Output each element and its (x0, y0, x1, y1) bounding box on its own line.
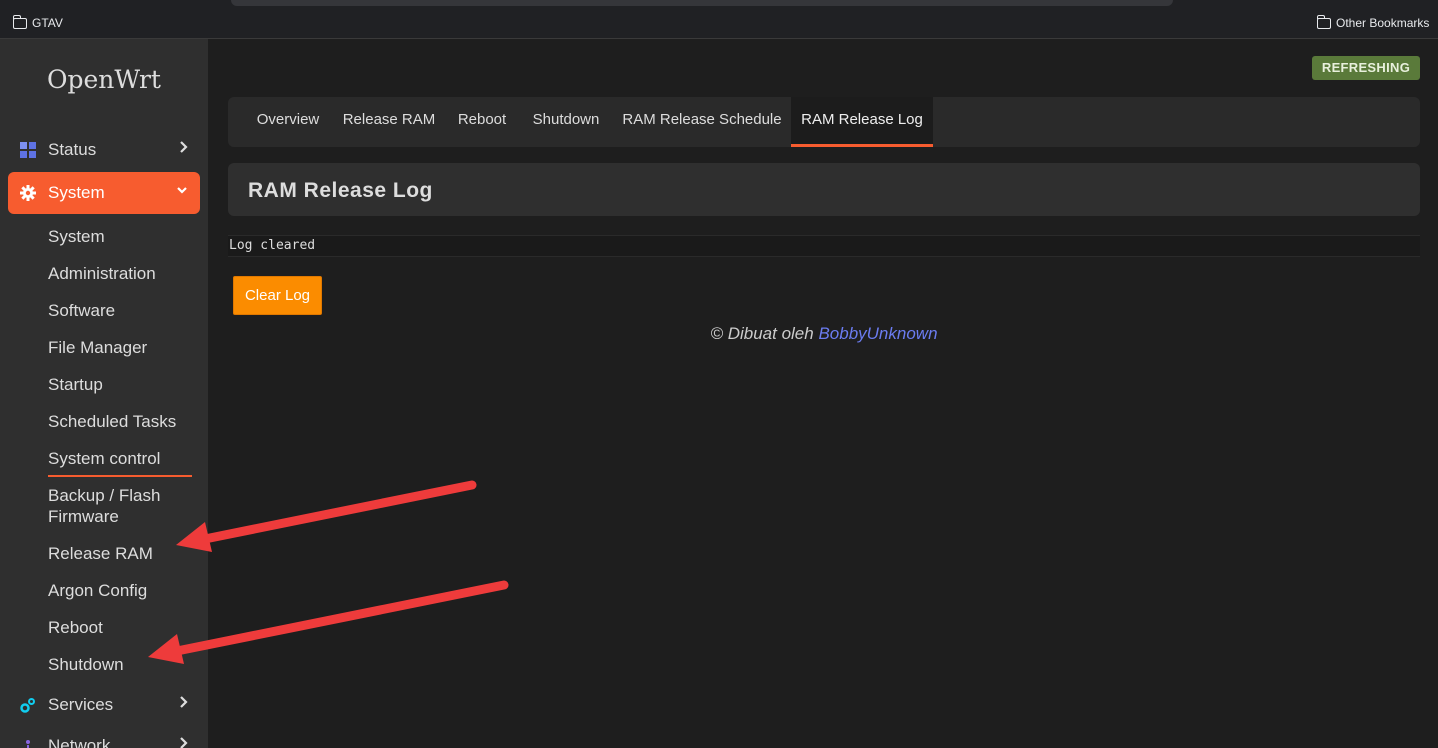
sidebar-item-label: Firmware (48, 507, 119, 526)
sidebar-item-system-control[interactable]: System control (48, 448, 193, 477)
chevron-right-icon (179, 736, 188, 748)
sidebar-item-startup[interactable]: Startup (48, 374, 103, 395)
tab-ram-release-schedule[interactable]: RAM Release Schedule (618, 97, 786, 147)
menu-system[interactable]: System (8, 172, 200, 214)
dashboard-icon (20, 142, 36, 158)
address-bar-edge (231, 0, 1173, 6)
tab-release-ram[interactable]: Release RAM (338, 97, 440, 147)
menu-label: Services (48, 695, 114, 714)
clear-log-button[interactable]: Clear Log (233, 276, 322, 315)
menu-label: System (48, 183, 105, 202)
menu-network[interactable]: Network (8, 725, 200, 748)
sidebar-item-label: Backup / Flash (48, 486, 161, 505)
network-icon (20, 738, 36, 748)
folder-icon (1316, 14, 1331, 29)
menu-status[interactable]: Status (8, 129, 200, 171)
chevron-right-icon (179, 695, 188, 712)
sidebar-item-system[interactable]: System (48, 226, 105, 247)
sidebar-item-administration[interactable]: Administration (48, 263, 156, 284)
footer-prefix: © Dibuat oleh (710, 324, 814, 343)
bookmarks-bar: GTAV Other Bookmarks (0, 0, 1438, 39)
sidebar: OpenWrt Status System System Administrat… (0, 39, 208, 748)
author-link[interactable]: BobbyUnknown (818, 324, 937, 343)
footer-credit: © Dibuat oleh BobbyUnknown (228, 324, 1420, 344)
log-output: Log cleared (228, 235, 1420, 257)
brand-logo[interactable]: OpenWrt (0, 65, 208, 94)
sidebar-item-software[interactable]: Software (48, 300, 115, 321)
arrow-to-release-ram (176, 480, 477, 552)
sidebar-item-backup-flash[interactable]: Backup / Flash Firmware (48, 485, 160, 527)
sidebar-item-shutdown[interactable]: Shutdown (48, 654, 124, 675)
chevron-right-icon (179, 140, 188, 157)
refreshing-badge[interactable]: REFRESHING (1312, 56, 1420, 80)
page-title: RAM Release Log (228, 163, 1420, 216)
tab-bar: Overview Release RAM Reboot Shutdown RAM… (228, 97, 1420, 147)
tab-shutdown[interactable]: Shutdown (526, 97, 606, 147)
folder-icon (12, 14, 27, 29)
menu-label: Status (48, 140, 97, 159)
bookmark-other[interactable]: Other Bookmarks (1316, 14, 1430, 30)
tab-ram-release-log[interactable]: RAM Release Log (791, 97, 933, 147)
tab-reboot[interactable]: Reboot (450, 97, 514, 147)
sidebar-item-release-ram[interactable]: Release RAM (48, 543, 153, 564)
gear-icon (20, 185, 36, 201)
sidebar-item-scheduled-tasks[interactable]: Scheduled Tasks (48, 411, 176, 432)
bookmark-gtav[interactable]: GTAV (12, 14, 63, 30)
sidebar-item-argon-config[interactable]: Argon Config (48, 580, 147, 601)
sidebar-item-reboot[interactable]: Reboot (48, 617, 103, 638)
bookmark-label: GTAV (32, 16, 63, 30)
menu-services[interactable]: Services (8, 684, 200, 726)
menu-label: Network (48, 736, 111, 748)
chevron-down-icon (176, 183, 188, 200)
tab-overview[interactable]: Overview (244, 97, 332, 147)
cogs-icon (20, 697, 36, 713)
sidebar-item-file-manager[interactable]: File Manager (48, 337, 147, 358)
bookmark-label: Other Bookmarks (1336, 16, 1430, 30)
